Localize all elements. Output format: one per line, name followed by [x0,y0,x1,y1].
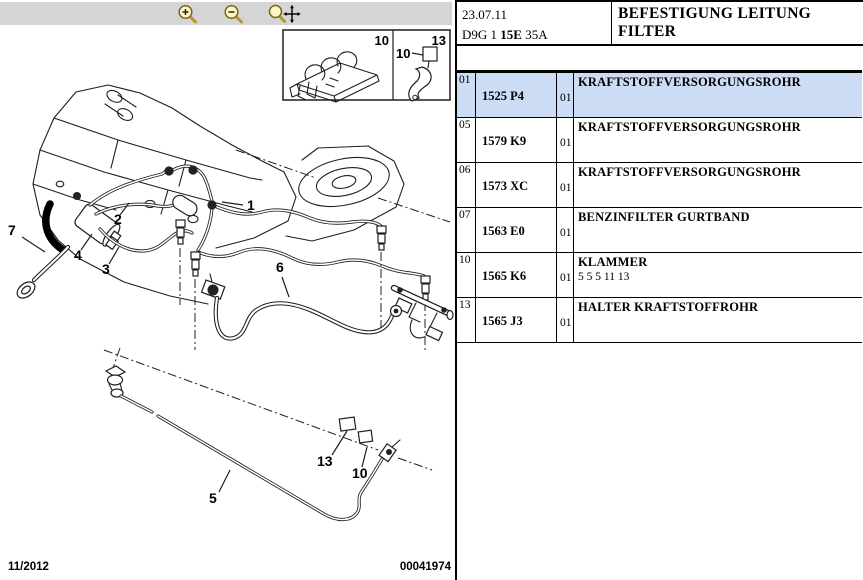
quantity: 01 [557,118,574,162]
fuel-filter-assembly [14,202,125,301]
zoom-pan-button[interactable] [262,3,306,25]
callout-13[interactable]: 13 [317,453,333,469]
part-number: 1525 P4 [476,73,557,117]
quantity: 01 [557,298,574,342]
axis-dash-line [378,198,450,222]
section-title: BEFESTIGUNG LEITUNG FILTER [612,2,863,44]
ref-number: 01 [457,73,476,117]
model-code-prefix: D9G 1 [462,27,497,42]
panel-header: 23.07.11 D9G 1 15E 35A BEFESTIGUNG LEITU… [457,2,863,46]
edition-date: 11/2012 [8,561,49,573]
ref-number: 05 [457,118,476,162]
diagram-panel: 7 4 2 3 1 6 5 13 10 [0,0,455,580]
model-code: D9G 1 15E 35A [462,25,611,45]
technical-diagram: 7 4 2 3 1 6 5 13 10 [0,0,455,580]
inset-label-10: 10 [375,33,389,48]
quantity: 01 [557,73,574,117]
document-number: 00041974 [400,561,451,573]
axis-dash-line [236,150,316,178]
description: BENZINFILTER GURTBAND [578,210,862,225]
ref-number: 06 [457,163,476,207]
table-row[interactable]: 06 1573 XC 01 KRAFTSTOFFVERSORGUNGSROHR [457,163,862,208]
clamp-square-10 [358,430,372,443]
table-row[interactable]: 10 1565 K6 01 KLAMMER 5 5 5 11 13 [457,253,862,298]
filter-strap [46,204,63,250]
table-row[interactable]: 13 1565 J3 01 HALTER KRAFTSTOFFROHR [457,298,862,343]
callout-4[interactable]: 4 [74,247,82,263]
description-cell: HALTER KRAFTSTOFFROHR [574,298,862,342]
parts-table: 01 1525 P4 01 KRAFTSTOFFVERSORGUNGSROHR … [457,70,862,343]
part-number: 1573 XC [476,163,557,207]
inset-label-13: 13 [432,33,446,48]
ref-number: 13 [457,298,476,342]
part-number: 1579 K9 [476,118,557,162]
engine-block-drawing [33,85,404,304]
description-cell: KRAFTSTOFFVERSORGUNGSROHR [574,73,862,117]
callout-6[interactable]: 6 [276,259,284,275]
diagram-toolbar [0,2,452,25]
clamp-square-13 [339,417,356,431]
callout-5[interactable]: 5 [209,490,217,506]
table-row[interactable]: 05 1579 K9 01 KRAFTSTOFFVERSORGUNGSROHR [457,118,862,163]
description: HALTER KRAFTSTOFFROHR [578,300,862,315]
description-note: 5 5 5 11 13 [578,271,862,283]
callout-3[interactable]: 3 [102,261,110,277]
part-number: 1565 J3 [476,298,557,342]
quantity: 01 [557,208,574,252]
table-gap [457,46,863,70]
model-code-bold: 15E [500,27,522,42]
inset-detail-box: 10 13 10 [283,30,450,102]
description-cell: KRAFTSTOFFVERSORGUNGSROHR [574,163,862,207]
zoom-in-button[interactable] [170,3,206,25]
description-cell: KLAMMER 5 5 5 11 13 [574,253,862,297]
table-row[interactable]: 01 1525 P4 01 KRAFTSTOFFVERSORGUNGSROHR [457,73,862,118]
model-code-suffix: 35A [525,27,547,42]
parts-catalog-screen: 7 4 2 3 1 6 5 13 10 [0,0,863,580]
description: KRAFTSTOFFVERSORGUNGSROHR [578,75,862,90]
pipe-5 [158,416,382,520]
catalog-date: 23.07.11 [462,5,611,25]
description: KLAMMER [578,255,862,270]
part-number: 1563 E0 [476,208,557,252]
zoom-out-icon [222,3,246,25]
inset-item-10-label: 10 [396,46,410,61]
supply-hose-and-rail [202,274,453,341]
quantity: 01 [557,163,574,207]
quantity: 01 [557,253,574,297]
description: KRAFTSTOFFVERSORGUNGSROHR [578,120,862,135]
description-cell: BENZINFILTER GURTBAND [574,208,862,252]
part-number: 1565 K6 [476,253,557,297]
ref-number: 10 [457,253,476,297]
callout-2[interactable]: 2 [114,211,122,227]
zoom-in-icon [176,3,200,25]
table-row[interactable]: 07 1563 E0 01 BENZINFILTER GURTBAND [457,208,862,253]
zoom-out-button[interactable] [216,3,252,25]
zoom-pan-icon [267,3,301,25]
description: KRAFTSTOFFVERSORGUNGSROHR [578,165,862,180]
header-meta: 23.07.11 D9G 1 15E 35A [457,2,612,44]
callout-1[interactable]: 1 [247,197,255,213]
callout-7[interactable]: 7 [8,222,16,238]
parts-panel: 23.07.11 D9G 1 15E 35A BEFESTIGUNG LEITU… [455,0,863,580]
description-cell: KRAFTSTOFFVERSORGUNGSROHR [574,118,862,162]
callout-10[interactable]: 10 [352,465,368,481]
bottom-pipe-assembly [104,348,432,520]
ref-number: 07 [457,208,476,252]
